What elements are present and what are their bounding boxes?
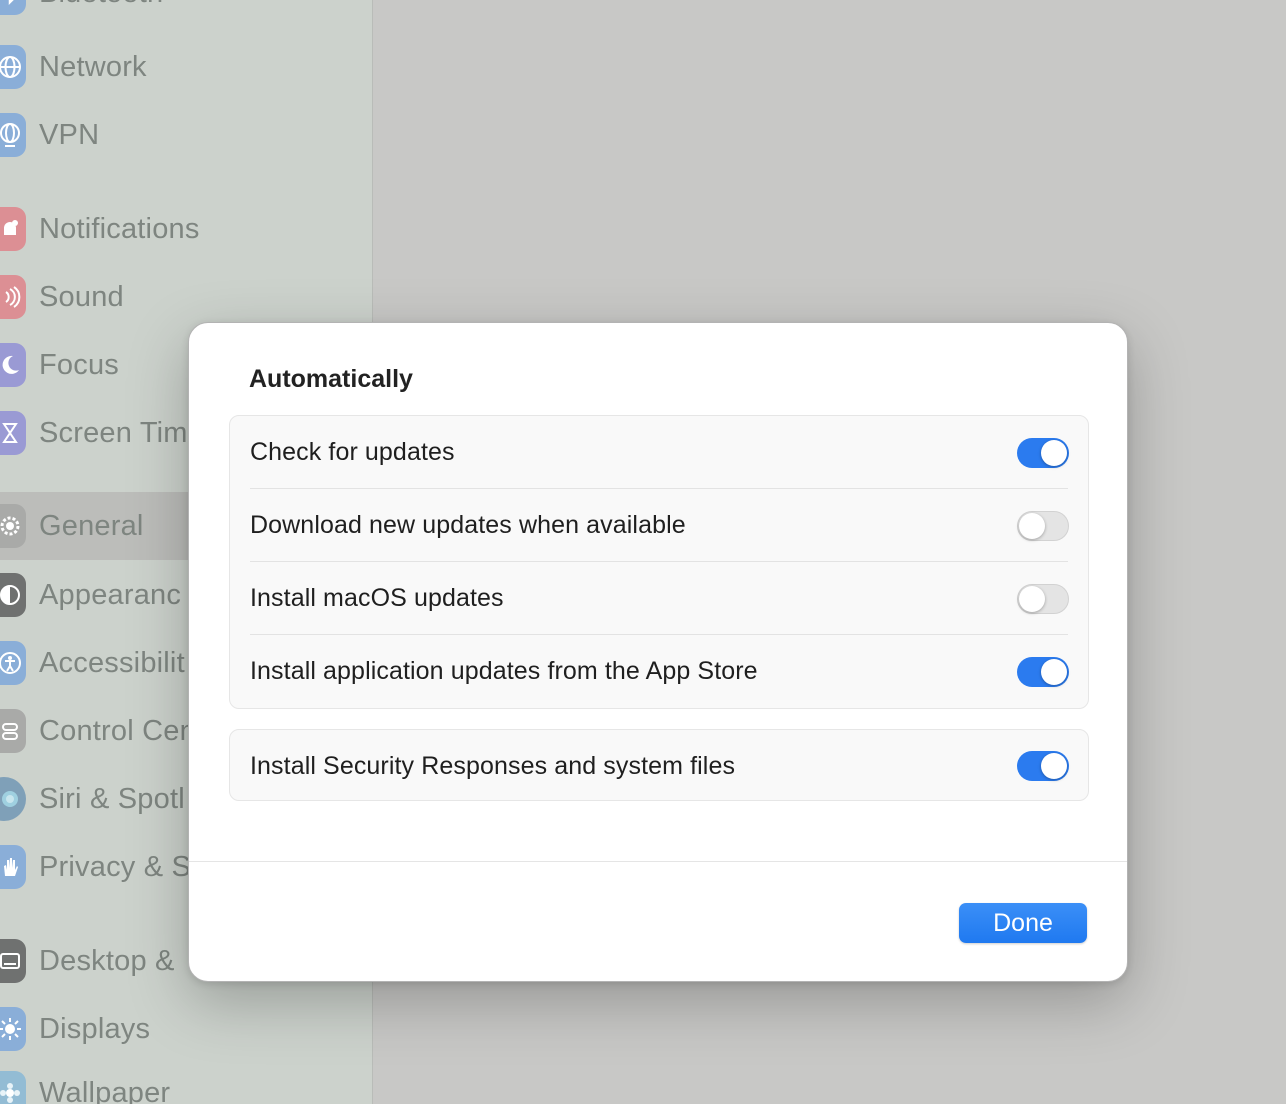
check-for-updates-row: Check for updates <box>230 416 1088 489</box>
automatic-updates-sheet: Automatically Check for updates Download… <box>188 322 1128 982</box>
row-label: Install application updates from the App… <box>250 657 758 685</box>
globe-icon <box>0 45 26 89</box>
bluetooth-icon <box>0 0 26 15</box>
wallpaper-icon <box>0 1071 26 1104</box>
download-updates-row: Download new updates when available <box>230 489 1088 562</box>
sidebar-item-label: Focus <box>39 348 119 381</box>
control-center-icon <box>0 709 26 753</box>
hourglass-icon <box>0 411 26 455</box>
sidebar-item-label: Screen Tim <box>39 416 188 449</box>
moon-icon <box>0 343 26 387</box>
sidebar-item-label: Desktop & <box>39 944 175 977</box>
accessibility-icon <box>0 641 26 685</box>
install-macos-updates-toggle[interactable] <box>1017 583 1069 614</box>
row-label: Install Security Responses and system fi… <box>250 751 736 780</box>
sidebar-item-bluetooth[interactable]: Bluetooth <box>0 0 373 23</box>
sidebar-item-network[interactable]: Network <box>0 37 373 97</box>
appearance-icon <box>0 573 26 617</box>
sidebar-item-label: Bluetooth <box>39 0 163 10</box>
sidebar-item-label: Control Cen <box>39 714 196 747</box>
security-responses-toggle[interactable] <box>1017 751 1069 781</box>
sidebar-item-label: Displays <box>39 1012 151 1045</box>
toggle-knob <box>1041 753 1067 779</box>
install-app-store-updates-row: Install application updates from the App… <box>230 635 1088 708</box>
done-button[interactable]: Done <box>959 903 1087 943</box>
sidebar-item-label: Privacy & S <box>39 850 192 883</box>
sidebar-item-label: Accessibilit <box>39 646 185 679</box>
toggle-knob <box>1041 658 1067 685</box>
vpn-globe-icon <box>0 113 26 157</box>
sidebar-item-label: General <box>39 509 144 542</box>
sidebar-item-label: Notifications <box>39 212 200 245</box>
toggle-knob <box>1019 512 1045 539</box>
download-updates-toggle[interactable] <box>1017 510 1069 541</box>
desktop-icon <box>0 939 26 983</box>
sidebar-item-notifications[interactable]: Notifications <box>0 199 373 259</box>
sidebar-item-label: Appearanc <box>39 578 182 611</box>
security-responses-row: Install Security Responses and system fi… <box>230 730 1088 802</box>
sidebar-item-displays[interactable]: Displays <box>0 999 373 1059</box>
footer-divider <box>189 861 1127 862</box>
sidebar-item-vpn[interactable]: VPN <box>0 105 373 165</box>
row-label: Check for updates <box>250 438 455 466</box>
speaker-icon <box>0 275 26 319</box>
bell-icon <box>0 207 26 251</box>
row-label: Download new updates when available <box>250 511 686 539</box>
sidebar-item-label: Sound <box>39 280 124 313</box>
sidebar-item-label: Siri & Spotl <box>39 782 185 815</box>
hand-icon <box>0 845 26 889</box>
security-responses-group: Install Security Responses and system fi… <box>229 729 1089 801</box>
siri-icon <box>0 777 26 821</box>
toggle-knob <box>1019 585 1045 612</box>
sidebar-item-wallpaper[interactable]: Wallpaper <box>0 1063 373 1104</box>
sidebar-item-label: VPN <box>39 118 100 151</box>
row-label: Install macOS updates <box>250 584 504 612</box>
install-app-store-updates-toggle[interactable] <box>1017 656 1069 687</box>
install-macos-updates-row: Install macOS updates <box>230 562 1088 635</box>
sidebar-item-label: Wallpaper <box>39 1076 171 1104</box>
sun-icon <box>0 1007 26 1051</box>
sidebar-item-label: Network <box>39 50 147 83</box>
automatic-updates-group: Check for updates Download new updates w… <box>229 415 1089 709</box>
check-for-updates-toggle[interactable] <box>1017 437 1069 468</box>
toggle-knob <box>1041 439 1067 466</box>
section-title: Automatically <box>249 365 413 393</box>
gear-icon <box>0 504 26 548</box>
sidebar-item-sound[interactable]: Sound <box>0 267 373 327</box>
